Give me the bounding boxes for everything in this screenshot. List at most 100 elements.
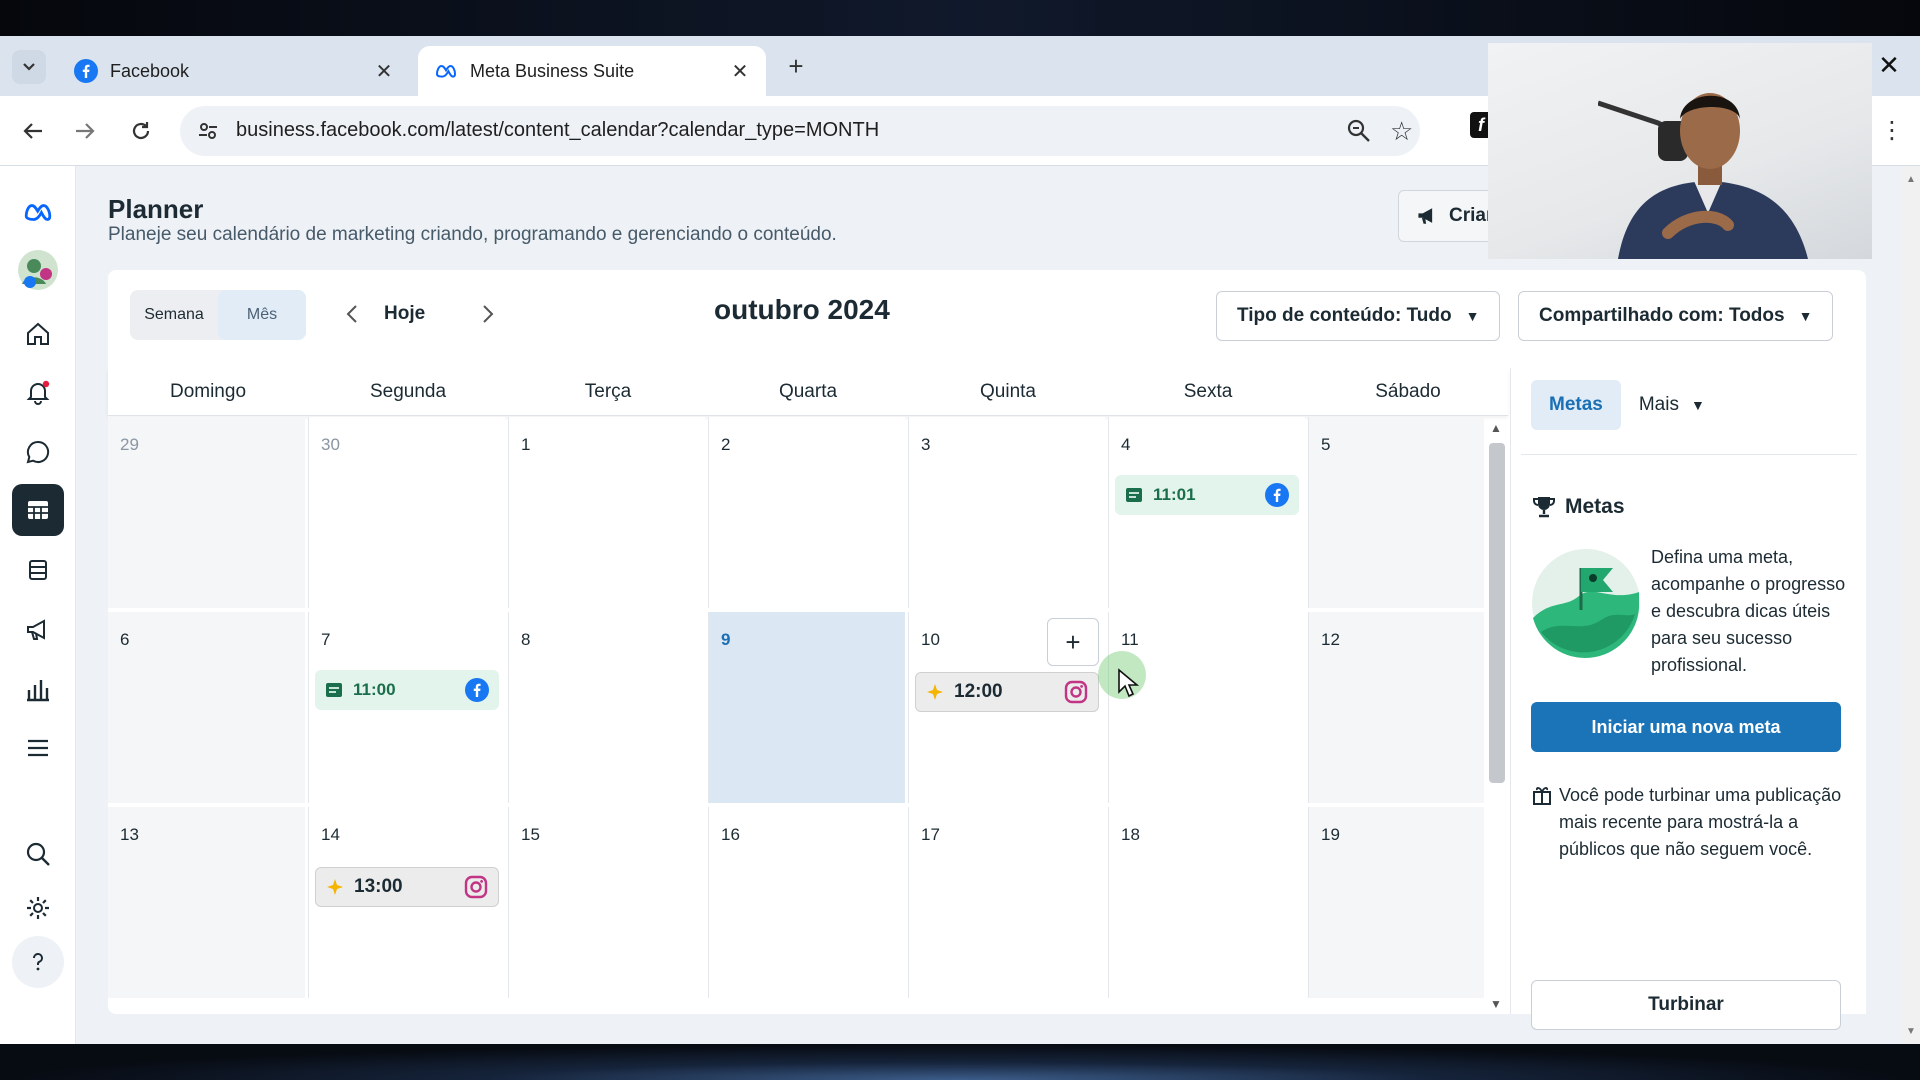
today-button[interactable]: Hoje — [384, 296, 425, 332]
ads-nav[interactable] — [12, 604, 64, 656]
megaphone-icon — [1418, 208, 1433, 224]
meta-logo[interactable] — [12, 186, 64, 238]
notifications-nav[interactable] — [12, 366, 64, 418]
boost-button[interactable]: Turbinar — [1531, 980, 1841, 1030]
weekday-label: Terça — [584, 380, 632, 402]
forward-button[interactable] — [68, 114, 102, 148]
calendar-day-cell[interactable]: 4 11:01 — [1108, 417, 1305, 608]
chevron-down-icon — [23, 63, 35, 71]
event-time: 11:01 — [1153, 485, 1196, 504]
calendar-day-cell[interactable]: 5 — [1308, 417, 1484, 608]
tab-meta-business-suite[interactable]: Meta Business Suite ✕ — [418, 46, 766, 96]
goal-flag-illustration — [1532, 549, 1640, 658]
calendar-day-cell[interactable]: 12 — [1308, 612, 1484, 803]
settings-nav[interactable] — [12, 882, 64, 934]
calendar-day-cell[interactable]: 18 — [1108, 807, 1305, 998]
all-tools-nav[interactable] — [12, 722, 64, 774]
site-settings-icon[interactable] — [196, 119, 220, 143]
calendar-day-cell[interactable]: 3 — [908, 417, 1105, 608]
arrow-right-icon — [76, 123, 95, 139]
content-nav[interactable] — [12, 544, 64, 596]
calendar-day-cell[interactable]: 11 — [1108, 612, 1305, 803]
page-scrollbar[interactable]: ▲ ▼ — [1902, 166, 1920, 1044]
address-bar[interactable]: business.facebook.com/latest/content_cal… — [180, 106, 1420, 156]
facebook-icon — [465, 678, 489, 702]
reload-button[interactable] — [124, 114, 158, 148]
calendar-day-cell[interactable]: 14 13:00 — [308, 807, 505, 998]
scheduled-post-event[interactable]: 11:00 — [315, 670, 499, 710]
tab-facebook[interactable]: Facebook ✕ — [58, 46, 410, 96]
meta-icon — [435, 64, 457, 78]
scheduled-post-event[interactable]: 11:01 — [1115, 475, 1299, 515]
event-time: 11:00 — [353, 680, 396, 699]
planner-nav[interactable] — [12, 484, 64, 536]
month-grid: 29 30 1 2 3 4 11:01 5 6 7 11:00 8 9 10 12:00 +11 12 13 14 1… — [108, 417, 1484, 1014]
calendar-scrollbar[interactable]: ▲ ▼ — [1486, 417, 1508, 1014]
calendar-day-cell[interactable]: 1 — [508, 417, 705, 608]
content-type-dropdown[interactable]: Tipo de conteúdo: Tudo ▼ — [1216, 291, 1501, 341]
help-nav[interactable] — [12, 936, 64, 988]
shared-with-dropdown[interactable]: Compartilhado com: Todos ▼ — [1518, 291, 1834, 341]
tab-title: Facebook — [110, 60, 190, 81]
gift-icon — [1533, 787, 1551, 805]
page-title: Planner — [108, 194, 204, 224]
calendar-day-cell[interactable]: 10 12:00 + — [908, 612, 1105, 803]
next-month-button[interactable] — [470, 296, 506, 332]
goals-tab[interactable]: Metas — [1531, 380, 1621, 430]
scroll-down-arrow-icon[interactable]: ▼ — [1490, 997, 1502, 1011]
calendar-day-cell[interactable]: 13 — [108, 807, 305, 998]
calendar-day-cell[interactable]: 16 — [708, 807, 905, 998]
calendar-day-cell[interactable]: 7 11:00 — [308, 612, 505, 803]
post-icon — [326, 683, 342, 697]
calendar-day-cell[interactable]: 6 — [108, 612, 305, 803]
calendar-day-cell[interactable]: 8 — [508, 612, 705, 803]
inbox-nav[interactable] — [12, 426, 64, 478]
previous-month-button[interactable] — [334, 296, 370, 332]
scheduled-story-event[interactable]: 13:00 — [315, 867, 499, 907]
home-nav[interactable] — [12, 308, 64, 360]
month-view-button[interactable]: Mês — [218, 290, 306, 340]
insights-nav[interactable] — [12, 664, 64, 716]
day-number: 1 — [521, 435, 531, 454]
day-number: 13 — [120, 825, 139, 844]
scroll-thumb[interactable] — [1489, 443, 1505, 783]
day-number: 30 — [321, 435, 340, 454]
calendar-day-cell[interactable]: 19 — [1308, 807, 1484, 998]
bar-chart-icon — [27, 680, 49, 702]
tab-search-button[interactable] — [12, 50, 46, 84]
search-nav[interactable] — [12, 828, 64, 880]
day-number: 4 — [1121, 435, 1131, 454]
bookmark-star-icon[interactable]: ☆ — [1390, 116, 1413, 147]
back-button[interactable] — [16, 114, 50, 148]
day-number: 16 — [721, 825, 740, 844]
calendar-day-cell[interactable]: 29 — [108, 417, 305, 608]
calendar-day-cell[interactable]: 15 — [508, 807, 705, 998]
desktop-bottom-band — [0, 1044, 1920, 1080]
close-tab-icon[interactable]: ✕ — [374, 59, 394, 84]
scroll-down-arrow-icon[interactable]: ▼ — [1906, 1026, 1916, 1037]
page-subtitle: Planeje seu calendário de marketing cria… — [108, 224, 837, 245]
calendar-day-cell[interactable]: 17 — [908, 807, 1105, 998]
browser-menu-icon[interactable]: ⋮ — [1880, 116, 1904, 145]
calendar-day-cell[interactable]: 9 — [708, 612, 905, 803]
calendar-day-cell[interactable]: 2 — [708, 417, 905, 608]
chevron-right-icon — [483, 305, 494, 323]
close-tab-icon[interactable]: ✕ — [730, 59, 750, 84]
story-icon — [927, 684, 943, 700]
start-new-goal-button[interactable]: Iniciar uma nova meta — [1531, 702, 1841, 752]
add-content-button[interactable]: + — [1047, 618, 1099, 666]
day-number: 12 — [1321, 630, 1340, 649]
window-close-button[interactable]: ✕ — [1872, 48, 1906, 82]
day-number: 8 — [521, 630, 531, 649]
account-avatar[interactable] — [12, 244, 64, 296]
scheduled-story-event[interactable]: 12:00 — [915, 672, 1099, 712]
scroll-up-arrow-icon[interactable]: ▲ — [1490, 421, 1502, 435]
zoom-icon[interactable] — [1346, 118, 1372, 144]
week-view-button[interactable]: Semana — [130, 290, 218, 340]
hamburger-menu-icon — [28, 739, 48, 757]
calendar-day-cell[interactable]: 30 — [308, 417, 505, 608]
scroll-up-arrow-icon[interactable]: ▲ — [1906, 174, 1916, 185]
weekday-label: Segunda — [369, 380, 447, 402]
new-tab-button[interactable]: + — [780, 50, 812, 82]
more-tab[interactable]: Mais ▼ — [1621, 380, 1723, 430]
